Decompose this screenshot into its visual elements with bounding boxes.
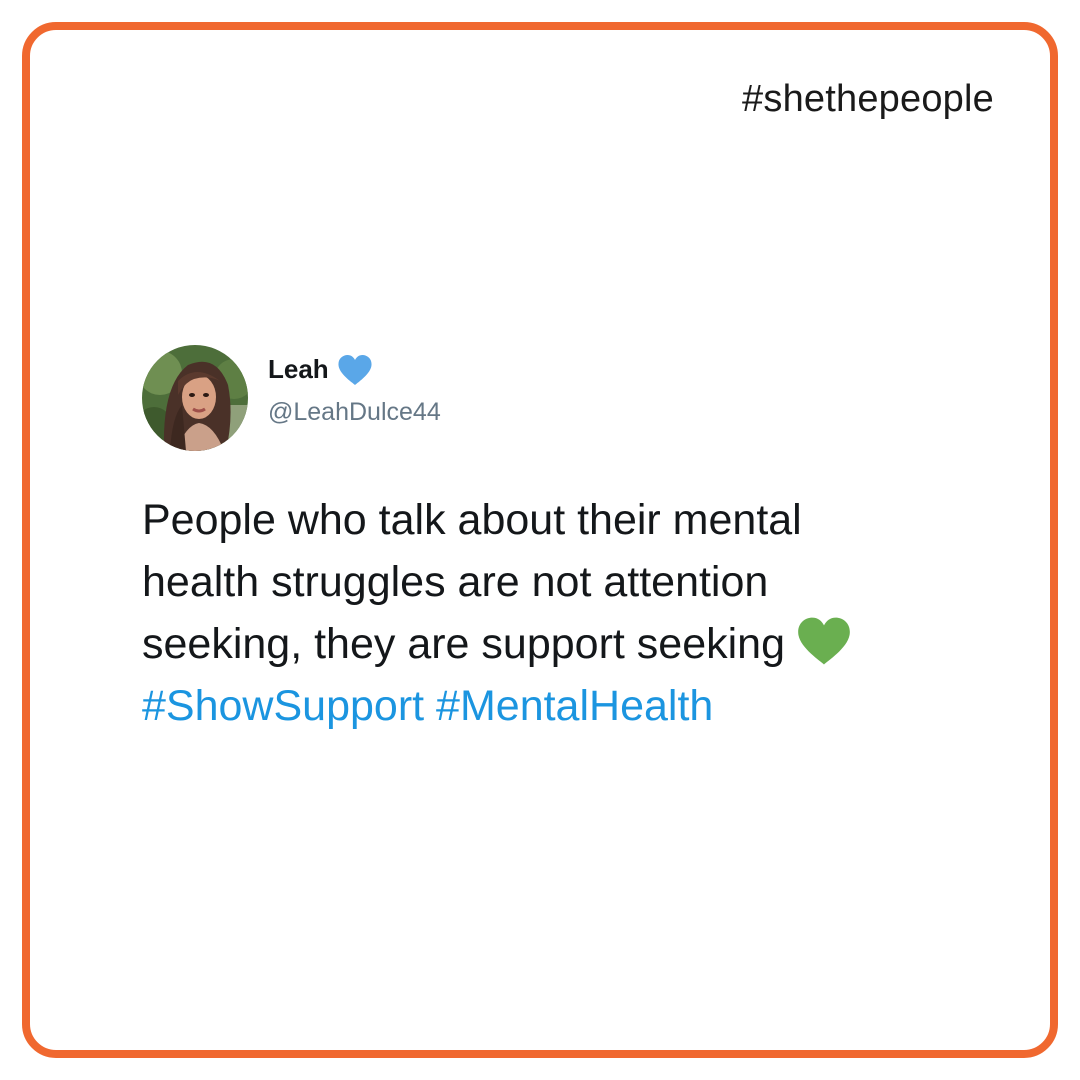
green-heart-icon (795, 616, 853, 666)
blue-heart-icon (337, 354, 373, 386)
avatar[interactable] (142, 345, 248, 451)
tweet-card: Leah @LeahDulce44 People who talk about … (142, 345, 962, 737)
display-name-row: Leah (268, 354, 441, 386)
tweet-text-line-last: seeking, they are support seeking (142, 613, 962, 675)
hashtag-link-showsupport[interactable]: #ShowSupport (142, 682, 424, 730)
tweet-text-line: seeking, they are support seeking (142, 620, 786, 668)
display-name[interactable]: Leah (268, 354, 329, 385)
user-handle[interactable]: @LeahDulce44 (268, 398, 441, 427)
user-meta: Leah @LeahDulce44 (268, 354, 441, 427)
hashtag-row: #ShowSupport #MentalHealth (142, 675, 962, 737)
hashtag-link-mentalhealth[interactable]: #MentalHealth (436, 682, 713, 730)
brand-hashtag: #shethepeople (742, 78, 994, 120)
tweet-text-line: People who talk about their mental (142, 496, 802, 544)
tweet-text: People who talk about their mental healt… (142, 489, 962, 737)
tweet-header: Leah @LeahDulce44 (142, 345, 962, 451)
tweet-text-line: health struggles are not attention (142, 558, 769, 606)
avatar-photo (142, 345, 248, 451)
